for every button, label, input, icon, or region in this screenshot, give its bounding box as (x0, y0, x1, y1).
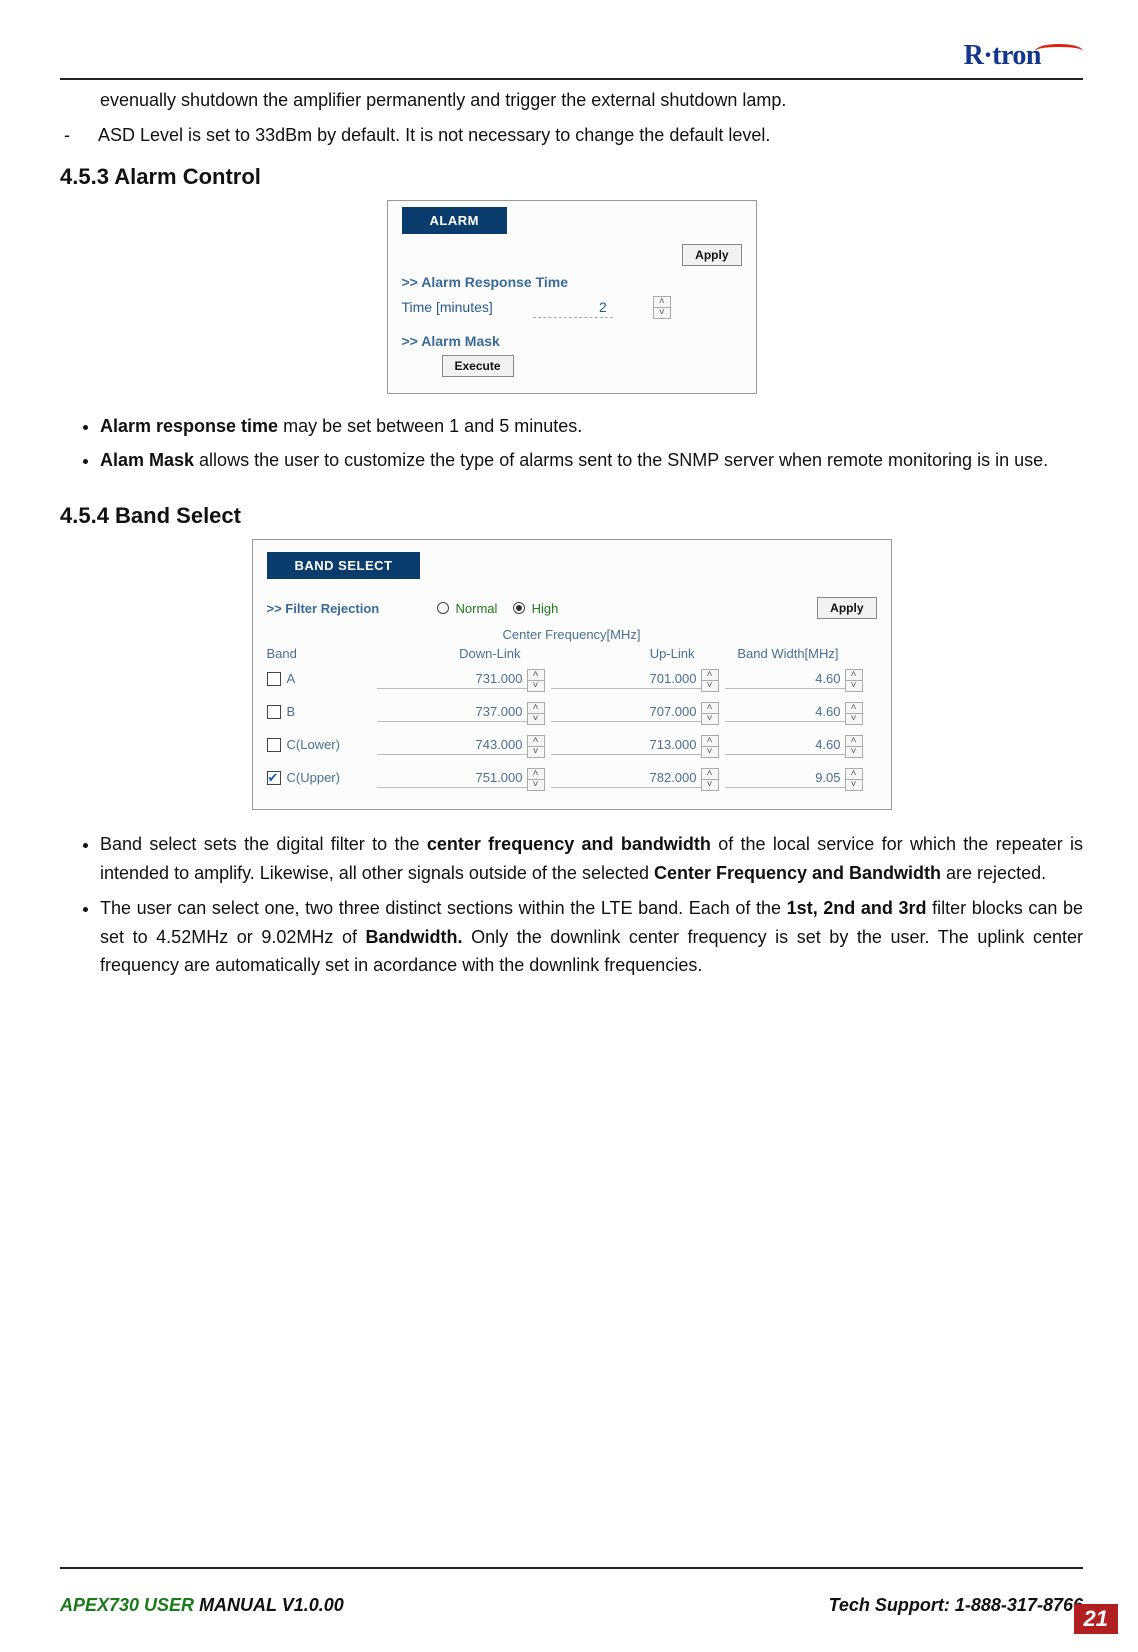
band-select-panel: BAND SELECT >> Filter Rejection Normal H… (252, 539, 892, 810)
band-label: C(Lower) (287, 737, 340, 752)
downlink-value[interactable]: 737.000 (377, 702, 527, 722)
footer: APEX730 USER MANUAL V1.0.00 Tech Support… (60, 1595, 1083, 1616)
bandwidth-value[interactable]: 4.60 (725, 735, 845, 755)
chevron-down-icon[interactable]: ˅ (528, 714, 544, 724)
band-label: C(Upper) (287, 770, 340, 785)
bandwidth-value[interactable]: 4.60 (725, 669, 845, 689)
chevron-down-icon[interactable]: ˅ (528, 780, 544, 790)
uplink-value[interactable]: 707.000 (551, 702, 701, 722)
alarm-panel: ALARM Apply >> Alarm Response Time Time … (387, 200, 757, 394)
alarm-bullet-2: Alam Mask allows the user to customize t… (100, 446, 1083, 475)
band-bullet-2: The user can select one, two three disti… (100, 894, 1083, 980)
value-spinner[interactable]: ˄˅ (527, 768, 545, 791)
band-row: C(Upper)751.000˄˅782.000˄˅9.05˄˅ (267, 764, 877, 791)
time-label: Time [minutes] (402, 299, 493, 315)
band-label: A (287, 671, 296, 686)
band-bullets: Band select sets the digital filter to t… (100, 830, 1083, 980)
execute-button[interactable]: Execute (442, 355, 514, 377)
value-spinner[interactable]: ˄˅ (527, 669, 545, 692)
downlink-value[interactable]: 751.000 (377, 768, 527, 788)
radio-high-label: High (532, 601, 559, 616)
value-spinner[interactable]: ˄˅ (701, 735, 719, 758)
uplink-value[interactable]: 713.000 (551, 735, 701, 755)
alarm-mask-heading: >> Alarm Mask (402, 333, 742, 349)
chevron-down-icon[interactable]: ˅ (528, 747, 544, 757)
chevron-down-icon[interactable]: ˅ (846, 747, 862, 757)
alarm-tab[interactable]: ALARM (402, 207, 507, 234)
band-bullet-1: Band select sets the digital filter to t… (100, 830, 1083, 888)
chevron-down-icon[interactable]: ˅ (702, 747, 718, 757)
section-453-heading: 4.5.3 Alarm Control (60, 164, 1083, 190)
col-uplink: Up-Link (551, 646, 701, 661)
band-table: Band Down-Link Up-Link Band Width[MHz] A… (267, 646, 877, 791)
chevron-down-icon[interactable]: ˅ (846, 780, 862, 790)
alarm-bullets: Alarm response time may be set between 1… (100, 412, 1083, 476)
value-spinner[interactable]: ˄˅ (845, 735, 863, 758)
bandwidth-value[interactable]: 9.05 (725, 768, 845, 788)
brand-logo: R·tron (964, 40, 1083, 72)
band-select-tab[interactable]: BAND SELECT (267, 552, 421, 579)
band-apply-button[interactable]: Apply (817, 597, 876, 619)
col-band: Band (267, 646, 377, 661)
uplink-value[interactable]: 701.000 (551, 669, 701, 689)
chevron-up-icon[interactable]: ˄ (654, 297, 670, 308)
band-checkbox[interactable] (267, 672, 281, 686)
chevron-down-icon[interactable]: ˅ (654, 308, 670, 318)
intro-line-1: evenually shutdown the amplifier permane… (60, 86, 1083, 115)
chevron-down-icon[interactable]: ˅ (846, 714, 862, 724)
value-spinner[interactable]: ˄˅ (845, 702, 863, 725)
filter-rejection-label: >> Filter Rejection (267, 601, 437, 616)
col-bandwidth: Band Width[MHz] (725, 646, 845, 661)
band-checkbox[interactable] (267, 738, 281, 752)
section-454-heading: 4.5.4 Band Select (60, 503, 1083, 529)
intro-line-2: -ASD Level is set to 33dBm by default. I… (60, 121, 1083, 150)
radio-normal-label: Normal (456, 601, 498, 616)
value-spinner[interactable]: ˄˅ (845, 669, 863, 692)
band-row: C(Lower)743.000˄˅713.000˄˅4.60˄˅ (267, 731, 877, 758)
value-spinner[interactable]: ˄˅ (701, 702, 719, 725)
footer-manual: MANUAL V1.0.00 (194, 1595, 344, 1615)
page-number: 21 (1074, 1604, 1118, 1634)
chevron-down-icon[interactable]: ˅ (528, 681, 544, 691)
downlink-value[interactable]: 743.000 (377, 735, 527, 755)
header-rule (60, 78, 1083, 80)
band-label: B (287, 704, 296, 719)
band-row: B737.000˄˅707.000˄˅4.60˄˅ (267, 698, 877, 725)
alarm-apply-button[interactable]: Apply (682, 244, 741, 266)
footer-rule (60, 1567, 1083, 1569)
col-downlink: Down-Link (377, 646, 527, 661)
alarm-response-heading: >> Alarm Response Time (402, 274, 742, 290)
center-freq-header: Center Frequency[MHz] (267, 627, 877, 642)
value-spinner[interactable]: ˄˅ (701, 669, 719, 692)
value-spinner[interactable]: ˄˅ (527, 735, 545, 758)
value-spinner[interactable]: ˄˅ (845, 768, 863, 791)
chevron-down-icon[interactable]: ˅ (702, 681, 718, 691)
chevron-down-icon[interactable]: ˅ (702, 714, 718, 724)
band-row: A731.000˄˅701.000˄˅4.60˄˅ (267, 665, 877, 692)
footer-support: Tech Support: 1-888-317-8766 (829, 1595, 1083, 1616)
band-checkbox[interactable] (267, 705, 281, 719)
uplink-value[interactable]: 782.000 (551, 768, 701, 788)
chevron-down-icon[interactable]: ˅ (702, 780, 718, 790)
radio-high[interactable] (513, 602, 525, 614)
downlink-value[interactable]: 731.000 (377, 669, 527, 689)
time-spinner[interactable]: ˄ ˅ (653, 296, 671, 319)
alarm-bullet-1: Alarm response time may be set between 1… (100, 412, 1083, 441)
time-value[interactable]: 2 (533, 297, 613, 318)
footer-product: APEX730 USER (60, 1595, 194, 1615)
value-spinner[interactable]: ˄˅ (527, 702, 545, 725)
band-checkbox[interactable] (267, 771, 281, 785)
value-spinner[interactable]: ˄˅ (701, 768, 719, 791)
radio-normal[interactable] (437, 602, 449, 614)
bandwidth-value[interactable]: 4.60 (725, 702, 845, 722)
chevron-down-icon[interactable]: ˅ (846, 681, 862, 691)
